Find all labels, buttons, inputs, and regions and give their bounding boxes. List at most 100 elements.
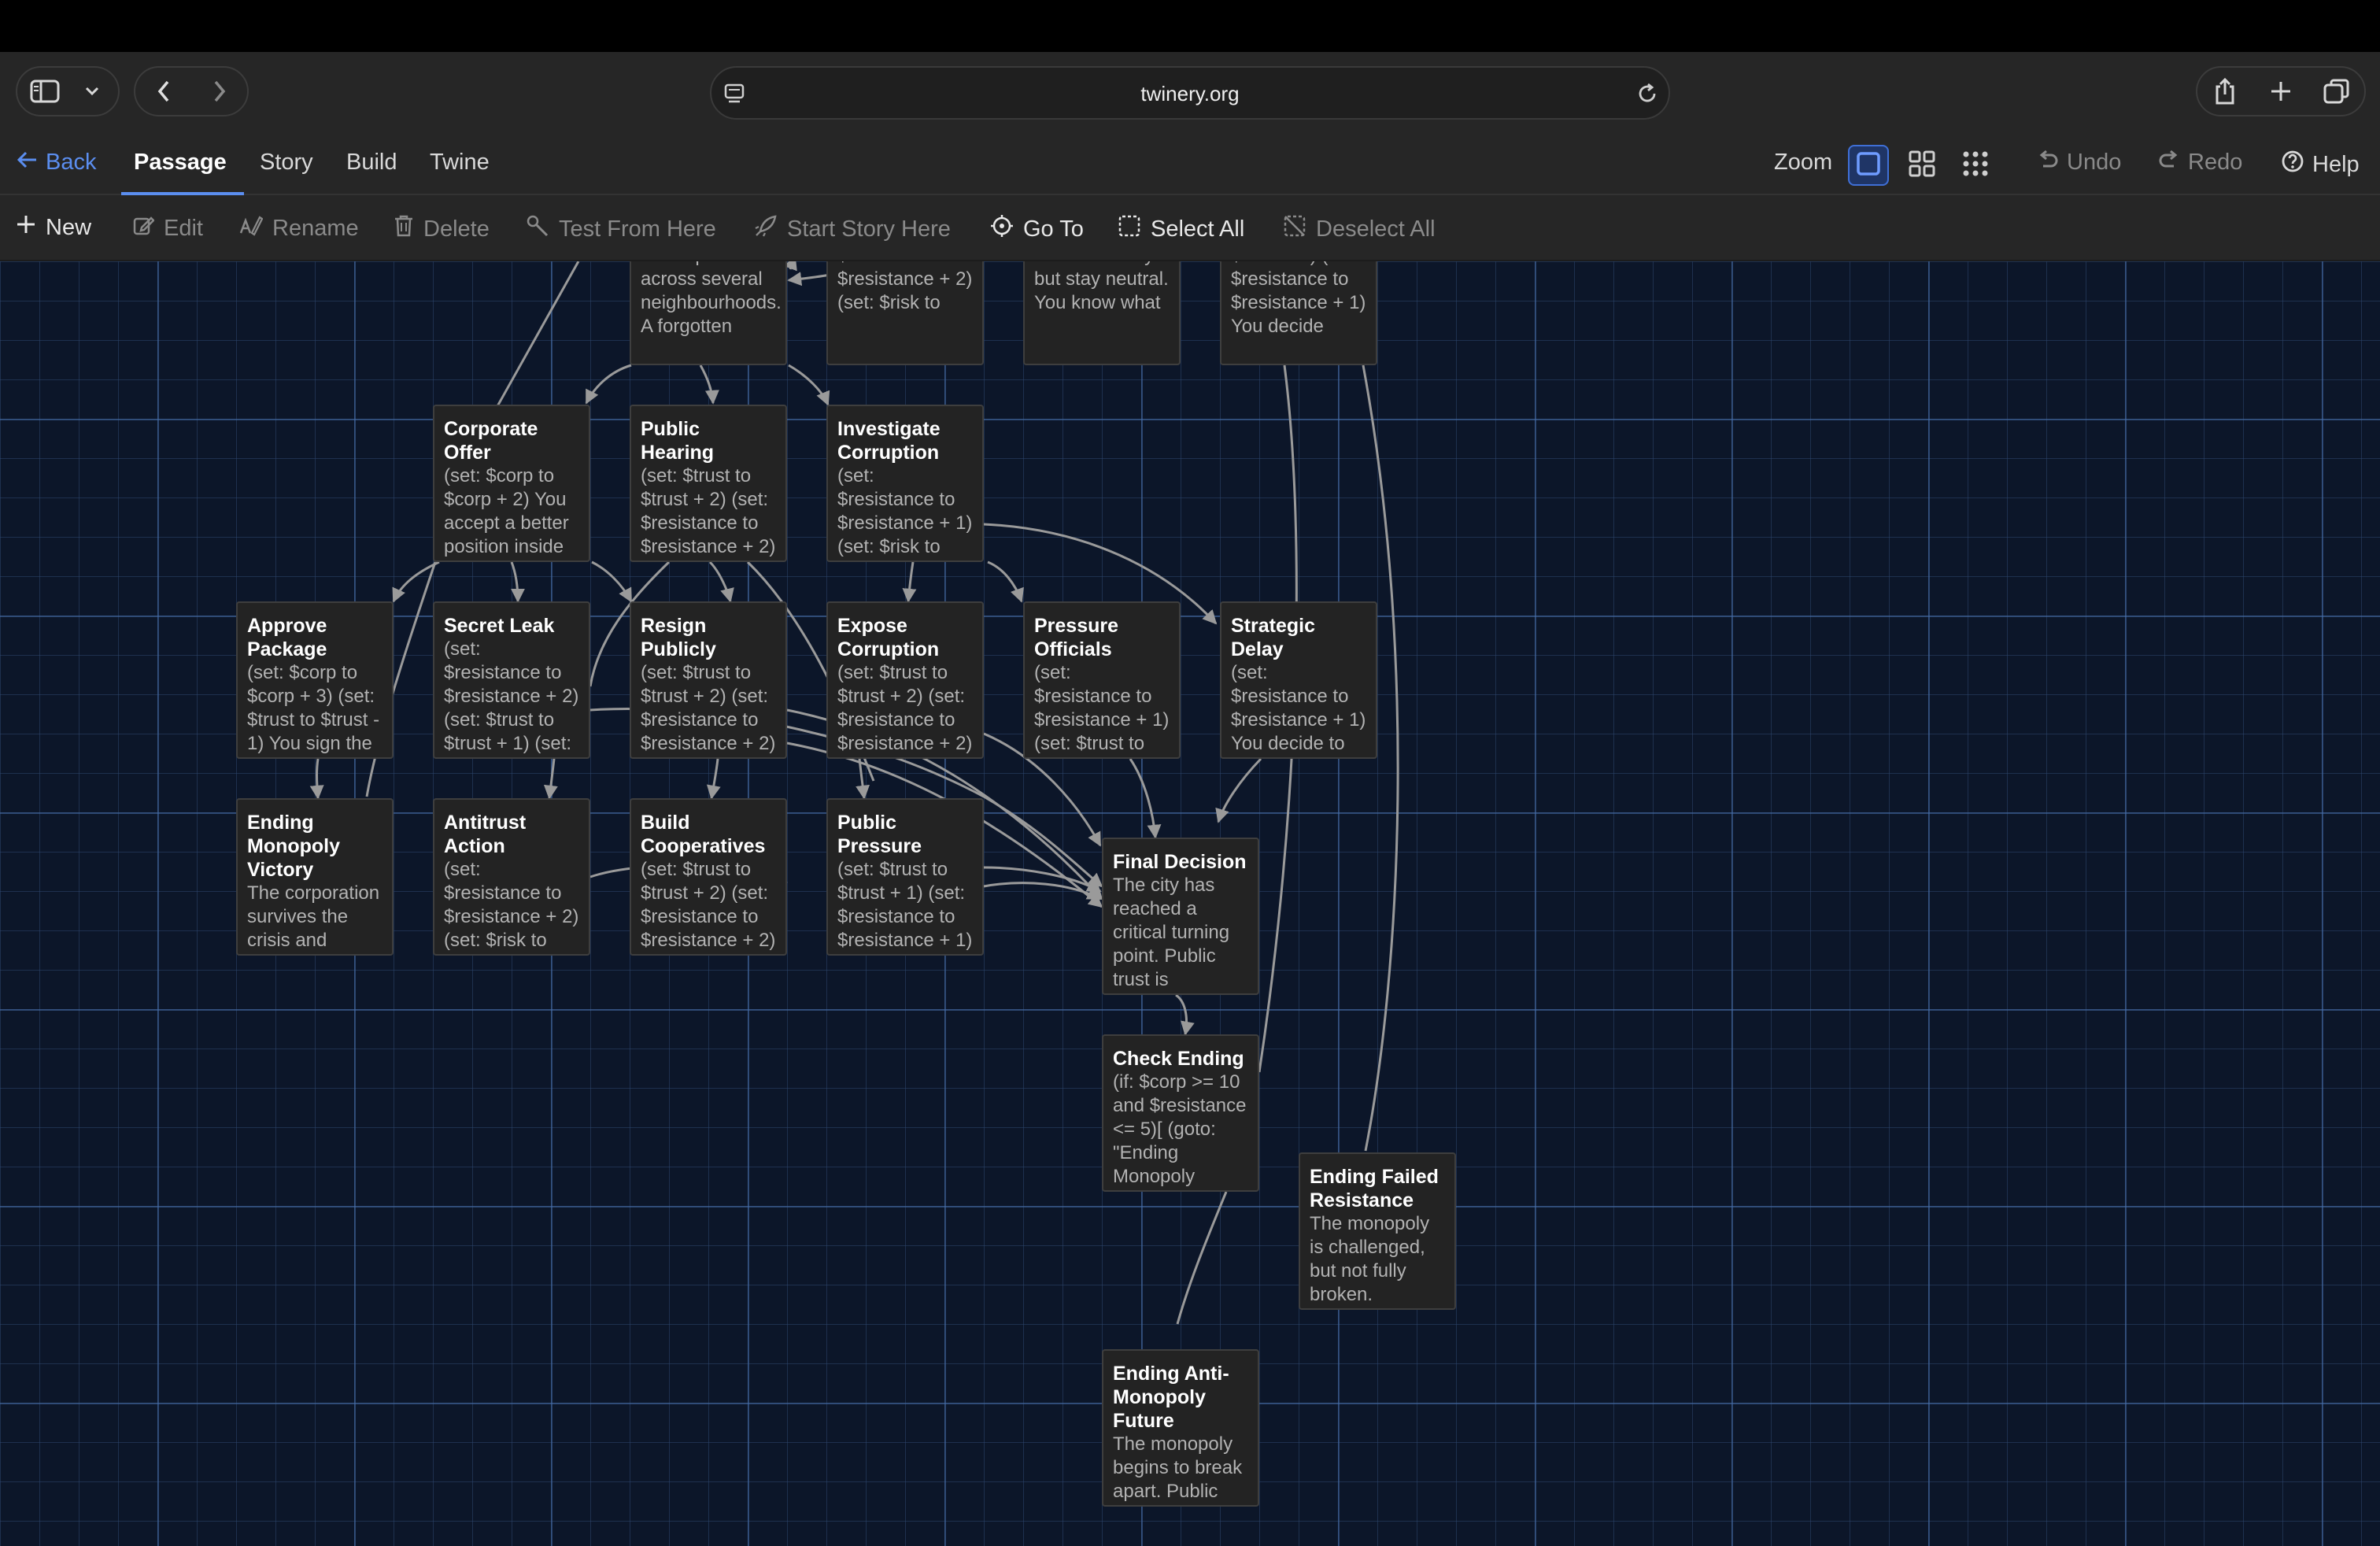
passage-excerpt: (set: $trust to $trust + 2) (set: $resis… — [837, 662, 973, 754]
passage-title: Ending Monopoly Victory — [247, 812, 341, 881]
passage-title: Strategic Delay — [1231, 615, 1315, 660]
sidebar-icon[interactable] — [17, 80, 72, 103]
window-top-bar — [0, 0, 2380, 52]
browser-actions-group — [2196, 66, 2366, 117]
undo-icon — [2037, 150, 2059, 176]
go-to-label: Go To — [1023, 216, 1084, 242]
link-arrow — [983, 882, 1102, 901]
passage-title: Build Cooperatives — [641, 812, 766, 857]
delete-button[interactable]: Delete — [394, 214, 490, 244]
link-arrow — [987, 560, 1024, 603]
redo-button[interactable]: Redo — [2158, 150, 2242, 176]
link-path — [1176, 1191, 1228, 1325]
passage-card[interactable]: (set: $trust to $trust + 1) (set: $resis… — [1220, 261, 1377, 365]
back-arrow-icon[interactable] — [135, 80, 191, 103]
chevron-down-icon[interactable] — [72, 86, 112, 97]
zoom-100-button[interactable] — [1848, 145, 1889, 186]
help-label: Help — [2312, 151, 2360, 177]
select-all-button[interactable]: Select All — [1118, 214, 1244, 244]
tab-passage[interactable]: Passage — [134, 150, 227, 176]
story-map-canvas[interactable]: breaking point. Rent spikes across sever… — [0, 261, 2380, 1546]
zoom-60-button[interactable] — [1901, 145, 1942, 186]
passage-card[interactable]: Ending Anti-Monopoly Future The monopoly … — [1102, 1349, 1259, 1507]
share-icon[interactable] — [2197, 77, 2253, 105]
zoom-30-button[interactable] — [1955, 145, 1996, 186]
passage-card[interactable]: Build Cooperatives (set: $trust to $trust… — [630, 798, 787, 956]
passage-card[interactable]: breaking point. Rent spikes across sever… — [630, 261, 787, 365]
passage-excerpt: (set: $corp to $corp + 2) You accept a b… — [444, 465, 569, 560]
passage-excerpt: (if: $corp >= 10 and $resistance <= 5)[ … — [1113, 1071, 1247, 1187]
passage-card[interactable]: Antitrust Action (set: $resistance to $re… — [433, 798, 590, 956]
go-to-button[interactable]: Go To — [990, 214, 1084, 244]
delete-label: Delete — [423, 216, 490, 242]
passage-title: Public Hearing — [641, 418, 715, 464]
passage-card[interactable]: Secret Leak (set: $resistance to $resista… — [433, 601, 590, 759]
test-from-here-label: Test From Here — [559, 216, 716, 242]
passage-excerpt: The monopoly is challenged, but not full… — [1310, 1213, 1430, 1308]
passage-title: Approve Package — [247, 615, 327, 660]
passage-card[interactable]: Check Ending (if: $corp >= 10 and $resist… — [1102, 1034, 1259, 1192]
passage-card[interactable]: $trust + 1) You listen carefully but sta… — [1023, 261, 1181, 365]
passage-card[interactable]: Public Hearing (set: $trust to $trust + 2… — [630, 405, 787, 562]
link-arrow — [708, 560, 734, 603]
passage-card[interactable]: Ending Monopoly Victory The corporation s… — [236, 798, 394, 956]
link-arrow — [510, 561, 525, 603]
undo-button[interactable]: Undo — [2037, 150, 2121, 176]
back-button[interactable]: Back — [16, 150, 96, 176]
passage-card[interactable]: Expose Corruption (set: $trust to $trust … — [826, 601, 984, 759]
passage-excerpt: (set: $corp to $corp + 3) (set: $trust t… — [247, 662, 380, 754]
link-arrow — [699, 364, 719, 405]
passage-excerpt: (set: $resistance to $resistance + 1) (s… — [1034, 662, 1170, 757]
passage-excerpt: $trust + 2) (set: $resistance to $resist… — [837, 261, 973, 313]
passage-card[interactable]: Public Pressure (set: $trust to $trust + … — [826, 798, 984, 956]
new-passage-button[interactable]: New — [16, 214, 91, 241]
passage-excerpt: (set: $trust to $trust + 2) (set: $resis… — [641, 859, 776, 954]
rename-button[interactable]: Rename — [239, 214, 359, 242]
passage-card[interactable]: Pressure Officials (set: $resistance to $… — [1023, 601, 1181, 759]
link-arrow — [585, 364, 632, 405]
redo-icon — [2158, 150, 2180, 176]
passage-title: Public Pressure — [837, 812, 922, 857]
test-from-here-button[interactable]: Test From Here — [526, 214, 716, 244]
pencil-icon — [132, 214, 155, 242]
edit-button[interactable]: Edit — [132, 214, 203, 242]
sidebar-toggle-group[interactable] — [16, 66, 120, 117]
passage-card[interactable]: Final Decision The city has reached a cri… — [1102, 838, 1259, 995]
passage-card[interactable]: Ending Failed Resistance The monopoly is … — [1299, 1152, 1456, 1310]
link-arrow — [1175, 993, 1195, 1036]
passage-excerpt: (set: $trust to $trust + 1) (set: $resis… — [837, 859, 973, 954]
tab-twine[interactable]: Twine — [430, 150, 490, 176]
deselect-all-button[interactable]: Deselect All — [1283, 214, 1436, 244]
link-arrow — [543, 758, 558, 800]
select-all-icon — [1118, 214, 1141, 244]
tab-build[interactable]: Build — [346, 150, 397, 176]
passage-title: Corporate Offer — [444, 418, 538, 464]
link-arrow — [902, 561, 917, 603]
zoom-medium-icon — [1908, 150, 1936, 182]
passage-card[interactable]: Approve Package (set: $corp to $corp + 3)… — [236, 601, 394, 759]
trash-icon — [394, 214, 414, 244]
passage-title: Resign Publicly — [641, 615, 716, 660]
passage-card[interactable]: Resign Publicly (set: $trust to $trust + … — [630, 601, 787, 759]
link-arrow — [591, 560, 633, 603]
redo-label: Redo — [2188, 150, 2243, 175]
deselect-all-icon — [1283, 214, 1306, 244]
passage-excerpt: The corporation survives the crisis and — [247, 882, 380, 951]
passage-card[interactable]: Investigate Corruption (set: $resistance … — [826, 405, 984, 562]
url-text[interactable]: twinery.org — [711, 82, 1669, 106]
help-button[interactable]: Help — [2281, 150, 2360, 179]
passage-card[interactable]: Corporate Offer (set: $corp to $corp + 2)… — [433, 405, 590, 562]
tab-story[interactable]: Story — [260, 150, 313, 176]
forward-arrow-icon[interactable] — [191, 80, 247, 103]
rename-label: Rename — [272, 215, 359, 241]
passage-card[interactable]: Strategic Delay (set: $resistance to $res… — [1220, 601, 1377, 759]
select-all-label: Select All — [1151, 216, 1245, 242]
history-nav-group — [134, 66, 249, 117]
link-path — [496, 261, 580, 407]
tabs-overview-icon[interactable] — [2308, 78, 2364, 105]
passage-card[interactable]: $trust + 2) (set: $resistance to $resist… — [826, 261, 984, 365]
new-tab-plus-icon[interactable] — [2253, 80, 2309, 102]
address-bar[interactable]: twinery.org — [710, 66, 1670, 120]
start-story-here-button[interactable]: Start Story Here — [754, 214, 951, 244]
reload-icon[interactable] — [1635, 82, 1659, 109]
